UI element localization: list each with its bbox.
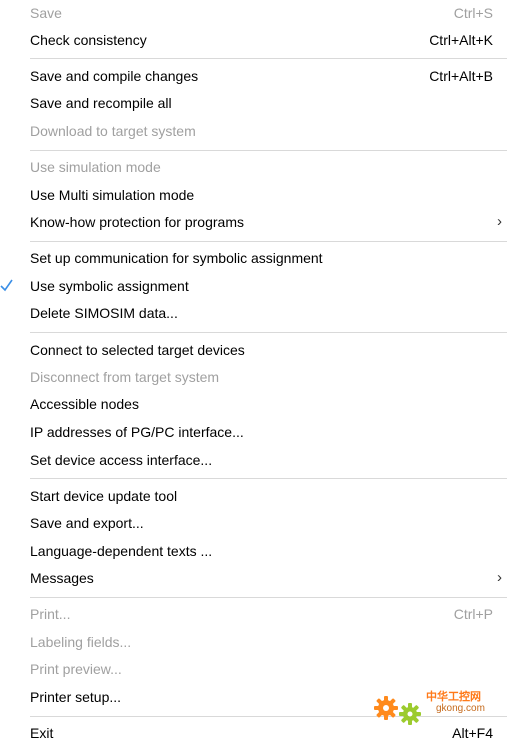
- chevron-right-icon: ›: [497, 569, 502, 586]
- menu-separator: [30, 478, 507, 479]
- menu-item-shortcut: Ctrl+Alt+K: [429, 32, 493, 48]
- menu-item-check-consistency[interactable]: Check consistency Ctrl+Alt+K: [0, 28, 507, 54]
- menu-item-shortcut: Ctrl+Alt+B: [429, 68, 493, 84]
- menu-item-label: Save: [30, 5, 62, 21]
- menu-item-delete-simosim[interactable]: Delete SIMOSIM data...: [0, 301, 507, 327]
- menu-item-label: Disconnect from target system: [30, 369, 220, 385]
- menu-separator: [30, 150, 507, 151]
- menu-item-start-device-update[interactable]: Start device update tool: [0, 484, 507, 510]
- menu-item-print-preview: Print preview...: [0, 657, 507, 683]
- menu-item-labeling-fields: Labeling fields...: [0, 630, 507, 656]
- menu-item-connect-target-devices[interactable]: Connect to selected target devices: [0, 338, 507, 364]
- menu-item-use-symbolic-assignment[interactable]: Use symbolic assignment: [0, 274, 507, 300]
- menu-item-print: Print... Ctrl+P: [0, 602, 507, 628]
- menu-item-label: Use symbolic assignment: [30, 278, 189, 294]
- menu-item-save: Save Ctrl+S: [0, 1, 507, 27]
- menu-item-label: Delete SIMOSIM data...: [30, 305, 178, 321]
- menu-separator: [30, 241, 507, 242]
- watermark-logo: 中华工控网 gkong.com: [370, 684, 500, 730]
- menu-separator: [30, 58, 507, 59]
- menu-item-language-dependent-texts[interactable]: Language-dependent texts ...: [0, 539, 507, 565]
- menu-item-save-compile-changes[interactable]: Save and compile changes Ctrl+Alt+B: [0, 64, 507, 90]
- gear-logo-icon: [374, 696, 421, 725]
- menu-item-label: Set up communication for symbolic assign…: [30, 250, 323, 266]
- menu-item-label: IP addresses of PG/PC interface...: [30, 424, 244, 440]
- menu-item-knowhow-protection[interactable]: Know-how protection for programs ›: [0, 210, 507, 236]
- watermark-text-en: gkong.com: [436, 703, 485, 714]
- menu-item-messages[interactable]: Messages ›: [0, 566, 507, 592]
- menu-item-label: Labeling fields...: [30, 634, 132, 650]
- menu-item-label: Start device update tool: [30, 488, 178, 504]
- menu-item-setup-communication[interactable]: Set up communication for symbolic assign…: [0, 246, 507, 272]
- chevron-right-icon: ›: [497, 213, 502, 230]
- menu-item-label: Connect to selected target devices: [30, 342, 245, 358]
- menu-item-shortcut: Ctrl+P: [453, 606, 493, 622]
- menu-item-ip-addresses[interactable]: IP addresses of PG/PC interface...: [0, 420, 507, 446]
- menu-item-use-multi-simulation-mode[interactable]: Use Multi simulation mode: [0, 183, 507, 209]
- menu-item-download: Download to target system: [0, 119, 507, 145]
- menu-item-label: Save and recompile all: [30, 95, 172, 111]
- watermark-text-cn: 中华工控网: [426, 691, 481, 703]
- menu-separator: [30, 597, 507, 598]
- checkmark-icon: [0, 279, 13, 292]
- menu-item-label: Use simulation mode: [30, 159, 161, 175]
- menu-item-label: Accessible nodes: [30, 396, 139, 412]
- menu-item-save-export[interactable]: Save and export...: [0, 511, 507, 537]
- file-menu: Save Ctrl+S Check consistency Ctrl+Alt+K…: [0, 0, 507, 745]
- menu-item-disconnect: Disconnect from target system: [0, 365, 507, 391]
- menu-item-label: Save and compile changes: [30, 68, 199, 84]
- menu-item-label: Messages: [30, 570, 94, 586]
- menu-item-label: Know-how protection for programs: [30, 214, 244, 230]
- menu-item-label: Set device access interface...: [30, 452, 213, 468]
- menu-separator: [30, 332, 507, 333]
- menu-item-label: Printer setup...: [30, 689, 122, 705]
- menu-item-use-simulation-mode: Use simulation mode: [0, 155, 507, 181]
- menu-item-label: Use Multi simulation mode: [30, 187, 195, 203]
- menu-item-label: Print preview...: [30, 661, 122, 677]
- menu-item-set-device-access[interactable]: Set device access interface...: [0, 448, 507, 474]
- menu-item-label: Save and export...: [30, 515, 144, 531]
- menu-item-shortcut: Ctrl+S: [453, 5, 493, 21]
- menu-item-save-recompile-all[interactable]: Save and recompile all: [0, 91, 507, 117]
- menu-item-label: Check consistency: [30, 32, 147, 48]
- menu-item-label: Download to target system: [30, 123, 196, 139]
- menu-item-label: Language-dependent texts ...: [30, 543, 213, 559]
- menu-item-accessible-nodes[interactable]: Accessible nodes: [0, 392, 507, 418]
- menu-item-label: Exit: [30, 725, 54, 741]
- menu-item-label: Print...: [30, 606, 71, 622]
